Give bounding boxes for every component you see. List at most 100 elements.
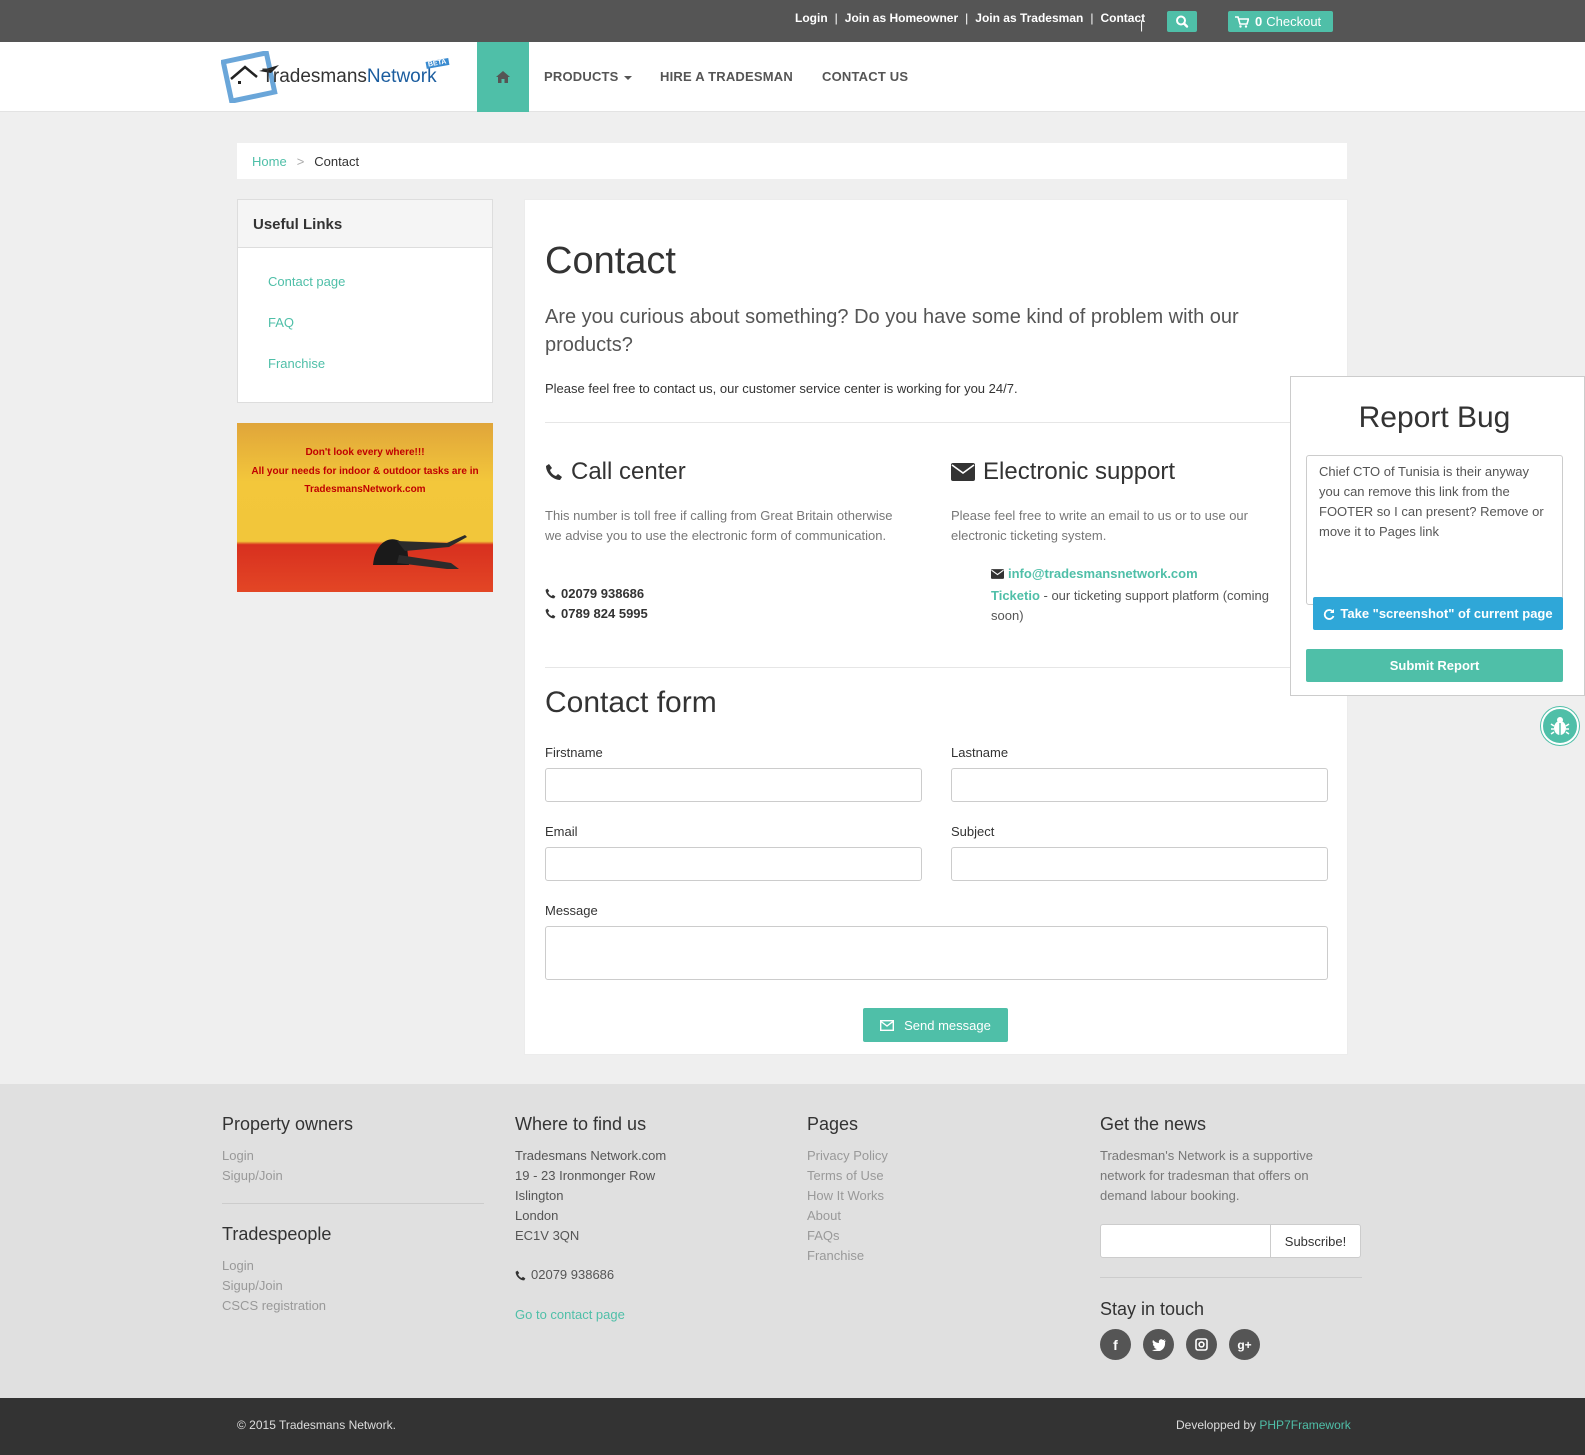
footer-faqs-link[interactable]: FAQs [807, 1226, 888, 1246]
footer-trades-signup[interactable]: Sigup/Join [222, 1276, 326, 1296]
top-join-homeowner-link[interactable]: Join as Homeowner [845, 11, 958, 25]
ticketio-link[interactable]: Ticketio [991, 588, 1040, 603]
logo-text: TradesmansNetwork [262, 66, 437, 88]
search-icon [1176, 15, 1189, 28]
instagram-glyph [1195, 1338, 1208, 1351]
call-center-title: Call center [571, 458, 686, 485]
support-email: info@tradesmansnetwork.com [991, 566, 1198, 581]
submit-report-button[interactable]: Submit Report [1306, 649, 1563, 682]
address-line: 19 - 23 Ironmonger Row [515, 1168, 656, 1183]
footer-trades-cscs[interactable]: CSCS registration [222, 1296, 326, 1316]
footer-pages-links: Privacy Policy Terms of Use How It Works… [807, 1146, 888, 1266]
address-line: London [515, 1208, 559, 1223]
footer-trades-login[interactable]: Login [222, 1256, 326, 1276]
footer-franchise-link[interactable]: Franchise [807, 1246, 888, 1266]
divider [545, 667, 1329, 668]
bug-report-toggle[interactable] [1541, 707, 1579, 745]
nav-products[interactable]: PRODUCTS [544, 69, 633, 84]
address-line: EC1V 3QN [515, 1228, 580, 1243]
take-screenshot-button[interactable]: Take "screenshot" of current page [1313, 597, 1563, 630]
envelope-icon [991, 568, 1004, 579]
footer-divider [1100, 1277, 1362, 1278]
footer-owners-signup[interactable]: Sigup/Join [222, 1166, 283, 1186]
checkout-button[interactable]: 0 Checkout [1228, 11, 1333, 32]
footer-divider [222, 1203, 484, 1204]
breadcrumb-home[interactable]: Home [252, 154, 287, 169]
phone-icon [546, 464, 562, 480]
divider [545, 422, 1329, 423]
call-center-heading: Call center [545, 458, 686, 486]
breadcrumb-separator: > [296, 153, 305, 169]
footer-owners-login[interactable]: Login [222, 1146, 283, 1166]
developer-link[interactable]: PHP7Framework [1259, 1418, 1350, 1432]
subject-input[interactable] [951, 847, 1328, 881]
lastname-input[interactable] [951, 768, 1328, 802]
logo-part-1: Tradesmans [262, 66, 367, 87]
send-message-label: Send message [904, 1017, 991, 1033]
footer-phone: 02079 938686 [515, 1265, 614, 1285]
footer-find-title: Where to find us [515, 1114, 647, 1134]
phone-1-value: 02079 938686 [561, 586, 645, 601]
email-input[interactable] [545, 847, 922, 881]
bottom-bar: © 2015 Tradesmans Network. Developped by… [0, 1398, 1585, 1455]
intro-text: Please feel free to contact us, our cust… [545, 381, 1018, 396]
top-contact-link[interactable]: Contact [1100, 11, 1145, 25]
separator: | [1090, 11, 1094, 25]
lead-text: Are you curious about something? Do you … [545, 306, 1239, 356]
phone-number-2: 0789 824 5995 [545, 606, 648, 621]
footer-terms-link[interactable]: Terms of Use [807, 1166, 888, 1186]
support-email-link[interactable]: info@tradesmansnetwork.com [1008, 566, 1198, 581]
nav-home[interactable] [477, 42, 529, 112]
call-center-text: This number is toll free if calling from… [545, 508, 893, 543]
separator: | [834, 11, 838, 25]
top-join-tradesman-link[interactable]: Join as Tradesman [975, 11, 1083, 25]
footer-contact-page-link[interactable]: Go to contact page [515, 1305, 625, 1325]
envelope-icon [951, 463, 975, 481]
subscribe-button[interactable]: Subscribe! [1270, 1224, 1361, 1258]
firstname-input[interactable] [545, 768, 922, 802]
footer-privacy-link[interactable]: Privacy Policy [807, 1146, 888, 1166]
send-message-button[interactable]: Send message [863, 1008, 1008, 1042]
search-button[interactable] [1167, 11, 1197, 32]
cart-count: 0 [1255, 14, 1263, 29]
footer-trades-title: Tradespeople [222, 1224, 332, 1244]
sidebar-link-faq[interactable]: FAQ [268, 315, 462, 330]
address-line: Islington [515, 1188, 564, 1203]
developer-credit: Developped by PHP7Framework [1176, 1418, 1351, 1432]
message-label: Message [545, 903, 598, 918]
footer-about-link[interactable]: About [807, 1206, 888, 1226]
footer-news-text: Tradesman's Network is a supportive netw… [1100, 1148, 1313, 1203]
logo-part-2: Network [366, 66, 437, 87]
footer-how-it-works-link[interactable]: How It Works [807, 1186, 888, 1206]
sidebar-link-contact-page[interactable]: Contact page [268, 274, 462, 289]
nav-hire-tradesman[interactable]: HIRE A TRADESMAN [660, 69, 793, 84]
top-login-link[interactable]: Login [795, 11, 828, 25]
useful-links-panel: Useful Links Contact page FAQ Franchise [237, 199, 493, 403]
address-line: Tradesmans Network.com [515, 1148, 667, 1163]
separator: | [965, 11, 969, 25]
lastname-label: Lastname [951, 745, 1009, 760]
instagram-icon[interactable] [1186, 1329, 1217, 1360]
ad-banner[interactable]: Don't look every where!!! All your needs… [237, 423, 493, 592]
footer-owners-links: Login Sigup/Join [222, 1146, 283, 1186]
separator: | [1140, 18, 1144, 32]
google-plus-icon[interactable]: g+ [1229, 1329, 1260, 1360]
nav-contact-us[interactable]: CONTACT US [822, 69, 908, 84]
newsletter-email-input[interactable] [1100, 1224, 1271, 1258]
footer-trades-links: Login Sigup/Join CSCS registration [222, 1256, 326, 1316]
report-bug-title: Report Bug [1358, 401, 1511, 434]
bug-icon [1550, 717, 1570, 735]
sidebar-link-franchise[interactable]: Franchise [268, 356, 462, 371]
breadcrumb-current: Contact [314, 153, 360, 169]
site-logo[interactable]: TradesmansNetwork BETA [221, 51, 451, 103]
top-links: Login | Join as Homeowner | Join as Trad… [795, 11, 1145, 25]
nav-products-label: PRODUCTS [544, 69, 619, 84]
phone-icon [545, 608, 556, 619]
electronic-support-text: Please feel free to write an email to us… [951, 508, 1248, 543]
message-textarea[interactable] [545, 926, 1328, 980]
bug-description-textarea[interactable]: Chief CTO of Tunisia is their anyway you… [1306, 455, 1563, 605]
take-screenshot-label: Take "screenshot" of current page [1340, 606, 1553, 621]
main-content: Contact Are you curious about something?… [524, 199, 1348, 1055]
facebook-icon[interactable]: f [1100, 1329, 1131, 1360]
twitter-icon[interactable] [1143, 1329, 1174, 1360]
